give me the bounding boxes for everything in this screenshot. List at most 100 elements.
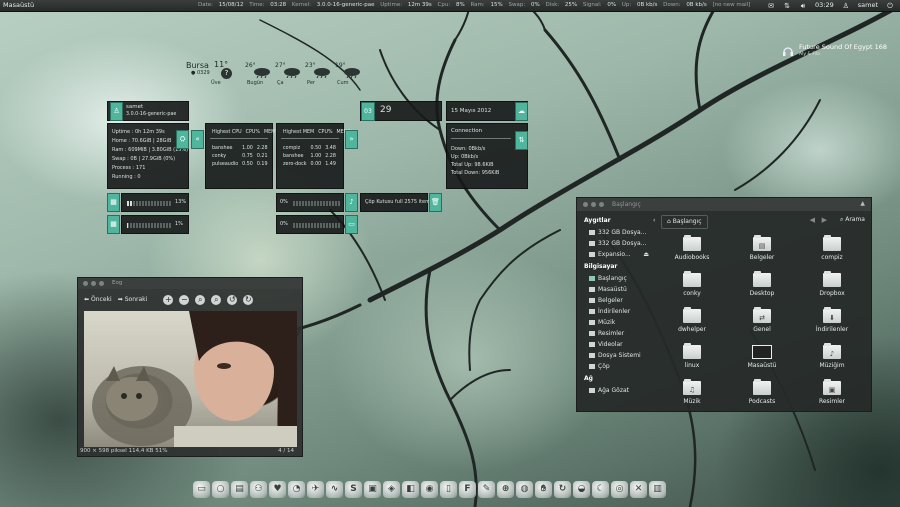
sidebar-item-music[interactable]: Müzik xyxy=(581,317,651,328)
file-item[interactable]: Dropbox xyxy=(797,271,867,307)
globe-icon[interactable]: ◍ xyxy=(516,480,533,498)
eye-icon[interactable]: ◉ xyxy=(421,480,438,498)
zoom-normal-icon[interactable]: ⌕ xyxy=(211,294,222,305)
circle-icon[interactable]: ○ xyxy=(212,480,229,498)
file-item[interactable]: ▣ Resimler xyxy=(797,379,867,415)
breadcrumb[interactable]: ⌂ Başlangıç xyxy=(661,215,708,229)
monitor-icon[interactable]: ▭ xyxy=(193,480,210,498)
dial-icon[interactable]: ◎ xyxy=(611,480,628,498)
user-name[interactable]: samet xyxy=(858,0,878,11)
font-icon[interactable]: F xyxy=(459,480,476,498)
sidebar-item-documents[interactable]: Belgeler xyxy=(581,295,651,306)
maximize-button[interactable] xyxy=(99,281,104,286)
close-x-icon[interactable]: ✕ xyxy=(630,480,647,498)
document-icon[interactable]: ▯ xyxy=(440,480,457,498)
lifebuoy-icon[interactable]: ⊕ xyxy=(497,480,514,498)
sidebar-item-drive[interactable]: 332 GB Dosya... xyxy=(581,227,651,238)
up-arrow-icon[interactable]: ▲ xyxy=(860,200,865,207)
cube-icon[interactable]: ◈ xyxy=(383,480,400,498)
desktop-menu[interactable]: Masaüstü xyxy=(3,0,34,11)
file-item[interactable]: ⬇ İndirilenler xyxy=(797,307,867,343)
table-row: banshee 1.00 2.28 xyxy=(283,153,336,159)
clock[interactable]: 03:29 xyxy=(815,0,834,11)
conn-total-up: Total Up: 98.6KiB xyxy=(451,162,494,168)
sidebar-item-videos[interactable]: Videolar xyxy=(581,339,651,350)
conn-down: Down: 0Bkb/s xyxy=(451,146,486,152)
conky-cpu-table: Highest CPU CPU% MEM% banshee 1.00 2.28 conk… xyxy=(205,123,280,189)
volume-icon[interactable]: 🔊︎ xyxy=(799,2,807,10)
file-item[interactable]: conky xyxy=(657,271,727,307)
sidebar-item-drive[interactable]: 332 GB Dosya... xyxy=(581,238,651,249)
pulse-icon[interactable]: ∿ xyxy=(326,480,343,498)
sidebar-item-filesystem[interactable]: Dosya Sistemi xyxy=(581,350,651,361)
folder-icon xyxy=(823,271,841,287)
sidebar-item-drive[interactable]: Expansio... ⏏ xyxy=(581,249,651,260)
rotate-left-icon[interactable]: ↺ xyxy=(227,294,238,305)
sidebar-item-desktop[interactable]: Masaüstü xyxy=(581,284,651,295)
user-icon: ♙ xyxy=(110,102,123,121)
next-button[interactable]: ➡ Sonraki xyxy=(118,296,148,303)
back-arrow-icon[interactable]: ◀ xyxy=(810,216,815,224)
sidebar-item-downloads[interactable]: İndirilenler xyxy=(581,306,651,317)
mail-icon[interactable]: ✉ xyxy=(767,2,775,10)
bird-icon[interactable]: ✈ xyxy=(307,480,324,498)
pen-icon[interactable]: ✎ xyxy=(478,480,495,498)
zoom-out-icon[interactable]: − xyxy=(179,294,190,305)
heart-icon[interactable]: ♥ xyxy=(269,480,286,498)
zoom-in-icon[interactable]: + xyxy=(163,294,174,305)
moon-icon[interactable]: ☾ xyxy=(592,480,609,498)
file-item[interactable]: ▤ Belgeler xyxy=(727,235,797,271)
screenshot-icon[interactable]: ▣ xyxy=(364,480,381,498)
circle-arrow-icon[interactable]: ↻ xyxy=(554,480,571,498)
close-button[interactable] xyxy=(583,202,588,207)
window-icon[interactable]: ◧ xyxy=(402,480,419,498)
file-item[interactable]: Podcasts xyxy=(727,379,797,415)
table-header: Highest CPU CPU% MEM% xyxy=(212,129,280,135)
drop-icon[interactable]: ◒ xyxy=(573,480,590,498)
power-icon[interactable]: ⏻ xyxy=(886,2,894,10)
stat-down: Down: 0B kb/s xyxy=(663,2,707,8)
trash-label: Çöp Kutusu full xyxy=(365,199,403,205)
previous-button[interactable]: ⬅ Önceki xyxy=(84,296,112,303)
folder-icon xyxy=(589,309,595,314)
arrows-updown-icon[interactable]: ⇅ xyxy=(783,2,791,10)
file-item[interactable]: linux xyxy=(657,343,727,379)
file-item[interactable]: ♫ Müzik xyxy=(657,379,727,415)
zoom-fit-icon[interactable]: ⌕ xyxy=(195,294,206,305)
forward-arrow-icon[interactable]: ▶ xyxy=(822,216,827,224)
minimize-button[interactable] xyxy=(91,281,96,286)
users-icon[interactable]: ⚇ xyxy=(250,480,267,498)
trash-icon[interactable]: 🗑︎ xyxy=(429,193,442,212)
file-item[interactable]: ♪ Müziğim xyxy=(797,343,867,379)
arrow-right-icon: ➡ xyxy=(117,296,123,303)
sidebar-item-browse-network[interactable]: Ağa Gözat xyxy=(581,385,651,396)
maximize-button[interactable] xyxy=(599,202,604,207)
minimize-button[interactable] xyxy=(591,202,596,207)
hand-icon[interactable]: ✋︎ xyxy=(535,480,552,498)
stat-uptime: Uptime: 12m 39s xyxy=(380,2,432,8)
close-button[interactable] xyxy=(83,281,88,286)
eject-icon[interactable]: ⏏ xyxy=(643,249,649,260)
song-title: Future Sound Of Egypt 168 xyxy=(799,43,887,51)
chat-icon[interactable]: ◔ xyxy=(288,480,305,498)
terminal-icon[interactable]: ▤ xyxy=(231,480,248,498)
titlebar[interactable]: Başlangıç ▲ xyxy=(577,198,871,211)
file-item[interactable]: ⇄ Genel xyxy=(727,307,797,343)
sidebar-item-pictures[interactable]: Resimler xyxy=(581,328,651,339)
file-item[interactable]: Masaüstü xyxy=(727,343,797,379)
rotate-right-icon[interactable]: ↻ xyxy=(243,294,254,305)
chevron-left-icon[interactable]: ‹ xyxy=(653,217,655,224)
file-item[interactable]: dwhelper xyxy=(657,307,727,343)
skype-icon[interactable]: S xyxy=(345,480,362,498)
sidebar-item-home[interactable]: Başlangıç xyxy=(581,273,651,284)
file-item[interactable]: compiz xyxy=(797,235,867,271)
file-item[interactable]: Desktop xyxy=(727,271,797,307)
conky-process: Process : 171 xyxy=(112,165,146,171)
sidebar-item-trash[interactable]: Çöp xyxy=(581,361,651,372)
trash-icon[interactable]: ▥ xyxy=(649,480,666,498)
music-folder-icon: ♪ xyxy=(823,343,841,359)
search-button[interactable]: ⌕ Arama xyxy=(840,216,865,224)
file-item[interactable]: Audiobooks xyxy=(657,235,727,271)
titlebar[interactable]: Eog xyxy=(78,278,302,289)
forecast-day: 26° Bugün xyxy=(245,62,273,88)
